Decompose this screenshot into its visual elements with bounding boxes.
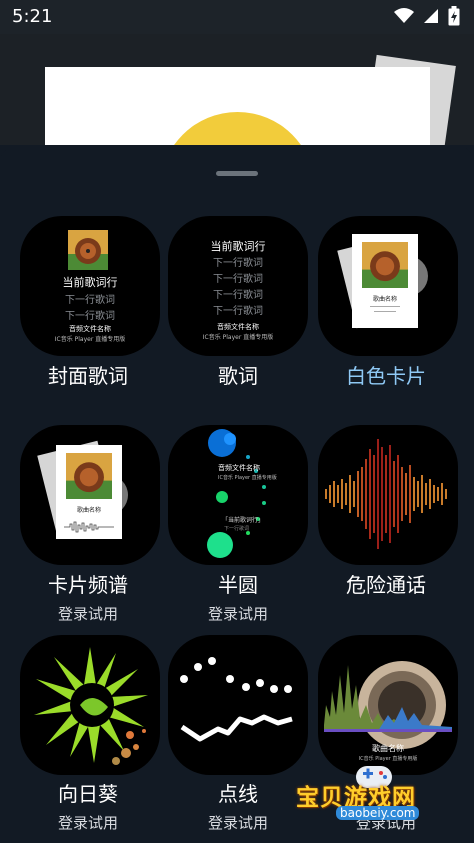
dotted-line-graphic: [180, 657, 293, 742]
wifi-icon: [393, 7, 414, 23]
status-time: 5:21: [12, 6, 53, 27]
player-subtitle: IC音乐 Player 直播专用版: [54, 336, 126, 343]
style-tile-sunflower[interactable]: [20, 635, 160, 775]
style-tile-cover-lyrics[interactable]: 当前歌词行 下一行歌词 下一行歌词 音频文件名称 IC音乐 Player 直播专…: [20, 216, 160, 356]
style-tile-card-spectrum[interactable]: 歌曲名称: [20, 425, 160, 565]
watermark-url: baobeiy.com: [336, 806, 420, 820]
style-label: 封面歌词: [48, 364, 128, 388]
style-label: 歌词: [218, 364, 258, 388]
drag-handle[interactable]: [216, 171, 258, 176]
card-song-title: 歌曲名称: [372, 296, 397, 303]
style-label: 危险通话: [346, 573, 426, 597]
song-title: 歌曲名称: [372, 744, 404, 753]
card-song-title: 歌曲名称: [76, 507, 101, 514]
signal-icon: [423, 8, 438, 23]
album-cover-icon: [362, 242, 408, 288]
current-lyric-line: 当前歌词行: [210, 240, 266, 253]
style-tile-white-card[interactable]: 歌曲名称: [318, 216, 458, 356]
album-cover-icon: [66, 453, 112, 499]
current-lyric-line: 「当前歌词行」: [222, 517, 265, 524]
file-name: 音频文件名称: [217, 323, 259, 331]
style-tile-spectrum-disc[interactable]: 歌曲名称 IC音乐 Player 直播专用版: [318, 635, 458, 775]
current-lyric-line: 当前歌词行: [62, 276, 118, 289]
file-name: 音频文件名称: [69, 325, 111, 333]
style-tile-danger-call[interactable]: [318, 425, 458, 565]
watermark-logo: 宝贝游戏网 baobeiy.com: [296, 766, 456, 843]
waveform-graphic: [325, 439, 447, 549]
card-text-line: [370, 306, 400, 307]
file-name: 音频文件名称: [218, 464, 260, 472]
status-icons: [390, 5, 460, 26]
style-label-selected: 白色卡片: [346, 364, 426, 388]
login-trial-label: 登录试用: [207, 605, 268, 623]
next-lyric-line: 下一行歌词: [213, 306, 263, 317]
next-lyric-line: 下一行歌词: [65, 311, 115, 322]
next-lyric-line: 下一行歌词: [65, 295, 115, 306]
next-lyric-line: 下一行歌词: [213, 258, 263, 269]
style-tile-dotted-line[interactable]: [168, 635, 308, 775]
preview-card: [45, 67, 430, 145]
battery-icon: [448, 5, 460, 25]
mini-spectrum-graphic: [64, 521, 114, 533]
white-card: 歌曲名称: [56, 445, 122, 539]
semicircle-graphic: [207, 429, 266, 558]
style-label: 点线: [218, 782, 258, 806]
style-label: 卡片频谱: [48, 573, 128, 597]
card-text-line: [374, 311, 396, 312]
preview-area: [0, 34, 474, 145]
style-label: 半圆: [218, 573, 258, 597]
status-bar: 5:21: [0, 0, 474, 34]
album-cover-icon: [68, 230, 108, 270]
next-lyric-line: 下一行歌词: [213, 290, 263, 301]
login-trial-label: 登录试用: [57, 814, 118, 832]
player-subtitle: IC音乐 Player 直播专用版: [218, 475, 277, 481]
next-lyric-line: 下一行歌词: [224, 526, 250, 532]
style-picker-sheet: 当前歌词行 下一行歌词 下一行歌词 音频文件名称 IC音乐 Player 直播专…: [0, 145, 474, 843]
login-trial-label: 登录试用: [57, 605, 118, 623]
next-lyric-line: 下一行歌词: [213, 274, 263, 285]
style-label: 向日葵: [58, 782, 118, 806]
style-tile-lyrics[interactable]: 当前歌词行 下一行歌词 下一行歌词 下一行歌词 下一行歌词 音频文件名称 IC音…: [168, 216, 308, 356]
white-card: 歌曲名称: [352, 234, 418, 328]
preview-sun-graphic: [160, 112, 315, 145]
player-subtitle: IC音乐 Player 直播专用版: [202, 334, 274, 341]
login-trial-label: 登录试用: [207, 814, 268, 832]
spectrum-disc-graphic: [324, 661, 452, 749]
style-tile-semicircle[interactable]: 音频文件名称 IC音乐 Player 直播专用版 「当前歌词行」 下一行歌词: [168, 425, 308, 565]
sunflower-graphic: [34, 647, 148, 765]
